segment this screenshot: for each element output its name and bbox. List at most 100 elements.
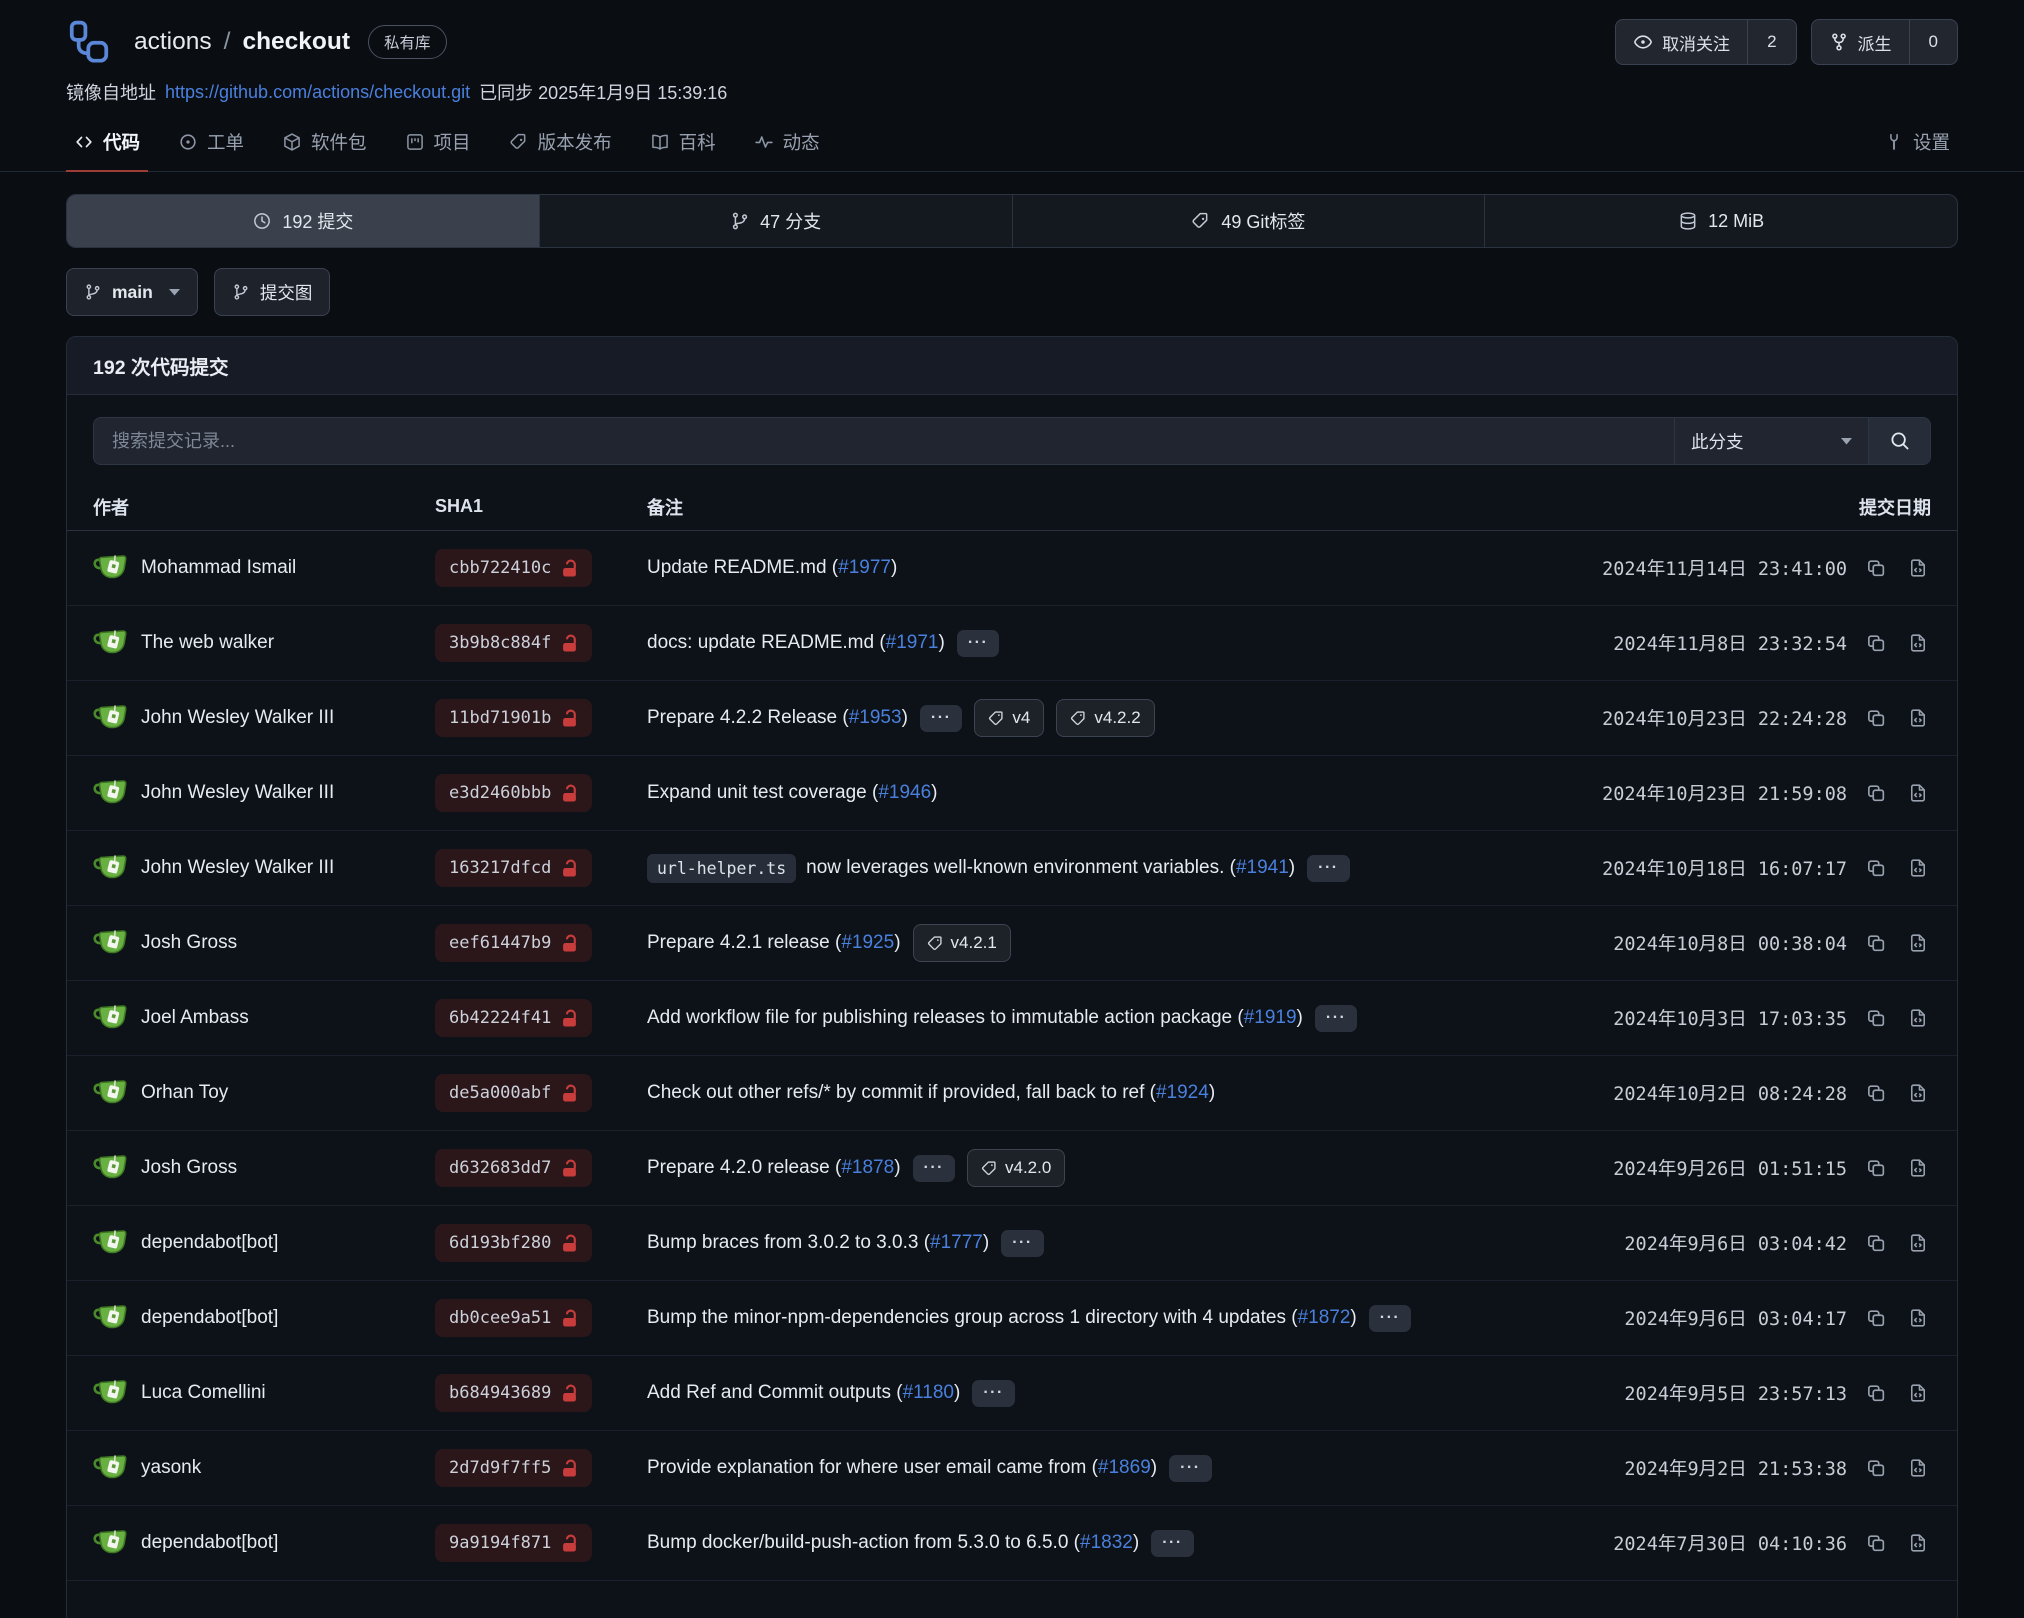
commit-sha-link[interactable]: 2d7d9f7ff5 [435,1449,592,1487]
commit-message-close[interactable]: ) [931,782,937,804]
search-button[interactable] [1868,418,1930,464]
avatar[interactable] [93,1453,127,1483]
issue-link[interactable]: #1925 [841,932,894,954]
search-input[interactable] [94,418,1674,464]
branch-scope-select[interactable]: 此分支 [1674,418,1868,464]
tag-link[interactable]: v4 [974,699,1044,737]
tab-issues[interactable]: 工单 [170,118,252,172]
view-file-at-commit-button[interactable] [1905,1155,1931,1181]
copy-sha-button[interactable] [1863,930,1889,956]
commit-author-name[interactable]: dependabot[bot] [141,1307,278,1329]
expand-commit-button[interactable]: ··· [1001,1230,1043,1257]
avatar[interactable] [93,778,127,808]
commit-author-name[interactable]: Orhan Toy [141,1082,228,1104]
commit-message[interactable]: Add Ref and Commit outputs ( [647,1382,903,1404]
view-file-at-commit-button[interactable] [1905,1230,1931,1256]
view-file-at-commit-button[interactable] [1905,780,1931,806]
stat-branches[interactable]: 47 分支 [540,195,1013,247]
avatar[interactable] [93,1228,127,1258]
expand-commit-button[interactable]: ··· [1369,1305,1411,1332]
view-file-at-commit-button[interactable] [1905,705,1931,731]
commit-author-name[interactable]: Joel Ambass [141,1007,249,1029]
tab-activity[interactable]: 动态 [746,118,828,172]
avatar[interactable] [93,628,127,658]
copy-sha-button[interactable] [1863,780,1889,806]
avatar[interactable] [93,1078,127,1108]
commit-message[interactable]: now leverages well-known environment var… [806,857,1236,879]
tag-link[interactable]: v4.2.2 [1056,699,1154,737]
commit-sha-link[interactable]: b684943689 [435,1374,592,1412]
issue-link[interactable]: #1869 [1098,1457,1151,1479]
commit-message[interactable]: Provide explanation for where user email… [647,1457,1098,1479]
tab-projects[interactable]: 项目 [397,118,479,172]
copy-sha-button[interactable] [1863,1080,1889,1106]
commit-message-close[interactable]: ) [1133,1532,1139,1554]
copy-sha-button[interactable] [1863,1305,1889,1331]
commit-author-name[interactable]: dependabot[bot] [141,1532,278,1554]
expand-commit-button[interactable]: ··· [1169,1455,1211,1482]
commit-author-name[interactable]: dependabot[bot] [141,1232,278,1254]
copy-sha-button[interactable] [1863,555,1889,581]
issue-link[interactable]: #1924 [1156,1082,1209,1104]
expand-commit-button[interactable]: ··· [957,630,999,657]
stat-tags[interactable]: 49 Git标签 [1013,195,1486,247]
copy-sha-button[interactable] [1863,1230,1889,1256]
copy-sha-button[interactable] [1863,1530,1889,1556]
expand-commit-button[interactable]: ··· [1151,1530,1193,1557]
expand-commit-button[interactable]: ··· [920,705,962,732]
commit-message-close[interactable]: ) [1289,857,1295,879]
issue-link[interactable]: #1777 [930,1232,983,1254]
branch-selector[interactable]: main [66,268,198,316]
commit-message[interactable]: Add workflow file for publishing release… [647,1007,1244,1029]
expand-commit-button[interactable]: ··· [1307,855,1349,882]
view-file-at-commit-button[interactable] [1905,1005,1931,1031]
commit-author-name[interactable]: Josh Gross [141,932,237,954]
commit-sha-link[interactable]: db0cee9a51 [435,1299,592,1337]
commit-message-close[interactable]: ) [902,707,908,729]
view-file-at-commit-button[interactable] [1905,930,1931,956]
view-file-at-commit-button[interactable] [1905,630,1931,656]
issue-link[interactable]: #1977 [838,557,891,579]
commit-message-close[interactable]: ) [1297,1007,1303,1029]
avatar[interactable] [93,1303,127,1333]
issue-link[interactable]: #1180 [903,1382,954,1404]
commit-author-name[interactable]: Mohammad Ismail [141,557,296,579]
view-file-at-commit-button[interactable] [1905,1380,1931,1406]
commit-message[interactable]: Prepare 4.2.2 Release ( [647,707,849,729]
expand-commit-button[interactable]: ··· [972,1380,1014,1407]
issue-link[interactable]: #1872 [1298,1307,1351,1329]
repo-name-link[interactable]: checkout [242,28,350,56]
commit-message[interactable]: Prepare 4.2.0 release ( [647,1157,841,1179]
view-file-at-commit-button[interactable] [1905,1080,1931,1106]
commit-message-close[interactable]: ) [894,1157,900,1179]
commit-message-close[interactable]: ) [1209,1082,1215,1104]
commit-sha-link[interactable]: 163217dfcd [435,849,592,887]
commit-sha-link[interactable]: 3b9b8c884f [435,624,592,662]
commit-sha-link[interactable]: de5a000abf [435,1074,592,1112]
copy-sha-button[interactable] [1863,1455,1889,1481]
commit-author-name[interactable]: John Wesley Walker III [141,707,334,729]
commit-message[interactable]: Update README.md ( [647,557,838,579]
copy-sha-button[interactable] [1863,1005,1889,1031]
commit-author-name[interactable]: Josh Gross [141,1157,237,1179]
avatar[interactable] [93,1378,127,1408]
avatar[interactable] [93,553,127,583]
issue-link[interactable]: #1953 [849,707,902,729]
tag-link[interactable]: v4.2.1 [913,924,1011,962]
watchers-count[interactable]: 2 [1747,20,1795,64]
expand-commit-button[interactable]: ··· [913,1155,955,1182]
avatar[interactable] [93,1528,127,1558]
commit-message-close[interactable]: ) [983,1232,989,1254]
unwatch-button[interactable]: 取消关注 [1616,20,1747,64]
commit-message-close[interactable]: ) [891,557,897,579]
commit-sha-link[interactable]: 11bd71901b [435,699,592,737]
commit-sha-link[interactable]: d632683dd7 [435,1149,592,1187]
avatar[interactable] [93,853,127,883]
commit-graph-button[interactable]: 提交图 [214,268,331,316]
avatar[interactable] [93,1003,127,1033]
commit-message-close[interactable]: ) [1151,1457,1157,1479]
commit-author-name[interactable]: yasonk [141,1457,201,1479]
tab-releases[interactable]: 版本发布 [501,118,620,172]
commit-message[interactable]: Bump the minor-npm-dependencies group ac… [647,1307,1298,1329]
commit-author-name[interactable]: John Wesley Walker III [141,857,334,879]
